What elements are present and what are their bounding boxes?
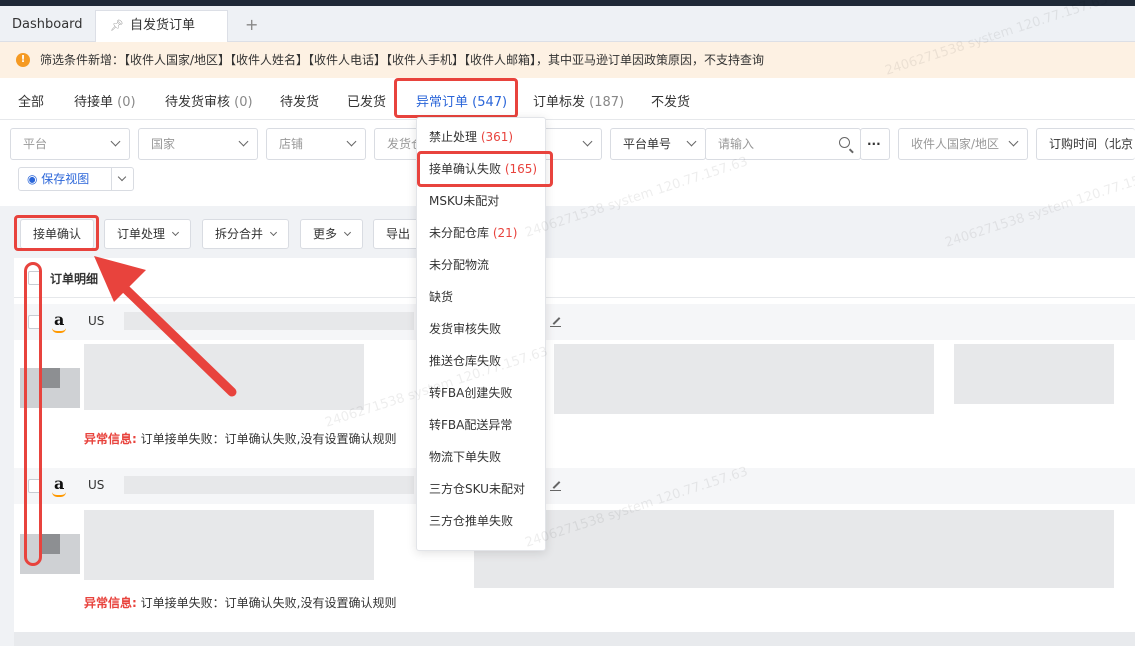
- order-row: a US 异常信息: 订单接单失败：订单确认失败,没有设置确认规则: [14, 468, 1135, 628]
- dropdown-item-review-failed[interactable]: 发货审核失败: [429, 320, 501, 337]
- order-error-message: 异常信息: 订单接单失败：订单确认失败,没有设置确认规则: [84, 596, 397, 610]
- order-row-header: a US: [14, 468, 1135, 504]
- redacted-product-image-detail: [40, 534, 60, 554]
- more-actions-button[interactable]: 更多: [300, 219, 364, 249]
- info-icon: !: [16, 53, 30, 67]
- status-tab-all[interactable]: 全部: [18, 91, 44, 110]
- list-header-title: 订单明细: [50, 272, 99, 286]
- order-country: US: [88, 478, 105, 492]
- amazon-logo: a: [54, 474, 65, 493]
- chevron-down-icon: [582, 136, 593, 147]
- order-search-input[interactable]: 请输入: [705, 128, 861, 160]
- amazon-logo: a: [54, 310, 65, 329]
- order-time-select[interactable]: 订购时间（北京: [1036, 128, 1135, 160]
- dropdown-item-3pl-sku-unpaired[interactable]: 三方仓SKU未配对: [429, 480, 525, 497]
- status-tab-no-ship[interactable]: 不发货: [651, 91, 690, 110]
- add-tab-button[interactable]: +: [245, 10, 258, 42]
- more-filters-button[interactable]: ···: [860, 128, 890, 160]
- chevron-down-icon[interactable]: [117, 172, 127, 182]
- status-tabs: 全部 待接单 (0) 待发货审核 (0) 待发货 已发货 异常订单 (547) …: [0, 78, 1135, 120]
- next-order-row-header: [14, 632, 1135, 646]
- order-error-message: 异常信息: 订单接单失败：订单确认失败,没有设置确认规则: [84, 432, 397, 446]
- dropdown-item-forbidden[interactable]: 禁止处理 (361): [429, 128, 513, 145]
- edit-icon[interactable]: [550, 480, 561, 491]
- order-process-button[interactable]: 订单处理: [104, 219, 192, 249]
- annotation-box-exception-tab: [394, 78, 518, 118]
- recipient-country-select[interactable]: 收件人国家/地区: [898, 128, 1028, 160]
- chevron-down-icon: [343, 228, 352, 237]
- chevron-down-icon: [1008, 136, 1019, 147]
- notice-bar: ! 筛选条件新增：【收件人国家/地区】【收件人姓名】【收件人电话】【收件人手机】…: [0, 42, 1135, 78]
- redacted-order-details: [554, 344, 934, 414]
- filter-panel: 平台 国家 店铺 发货仓 平台单号 请输入 ··· 收件人国家/地区 订购时间（…: [0, 120, 1135, 206]
- redacted-order-info: [124, 476, 414, 494]
- dropdown-item-push-failed[interactable]: 推送仓库失败: [429, 352, 501, 369]
- redacted-amount-info: [954, 344, 1114, 404]
- redacted-order-details: [474, 510, 1114, 588]
- dropdown-item-msku-unpaired[interactable]: MSKU未配对: [429, 192, 499, 209]
- dropdown-item-no-warehouse[interactable]: 未分配仓库 (21): [429, 224, 517, 241]
- action-toolbar: 接单确认 订单处理 拆分合并 更多 导出: [0, 206, 1135, 258]
- divider: [111, 168, 112, 190]
- status-tab-pending-ship[interactable]: 待发货: [280, 91, 319, 110]
- dropdown-item-fba-create-failed[interactable]: 转FBA创建失败: [429, 384, 512, 401]
- save-view-label: ◉︎ 保存视图: [27, 172, 90, 186]
- annotation-box-checkbox-column: [24, 262, 42, 566]
- tab-dashboard[interactable]: Dashboard: [12, 10, 83, 42]
- status-tab-shipped[interactable]: 已发货: [347, 91, 386, 110]
- list-header: 订单明细: [14, 258, 1135, 298]
- notice-text: 筛选条件新增：【收件人国家/地区】【收件人姓名】【收件人电话】【收件人手机】【收…: [40, 53, 765, 67]
- chevron-down-icon: [269, 228, 278, 237]
- chevron-down-icon: [110, 136, 121, 147]
- redacted-order-info: [124, 312, 414, 330]
- edit-icon[interactable]: [550, 316, 561, 327]
- redacted-product-image-detail: [40, 368, 60, 388]
- tab-self-ship-orders[interactable]: 📌︎ 自发货订单: [95, 10, 228, 42]
- order-list: 订单明细 a US 异常信息: 订单接单失败：订单确认失败,没有设置确认规则 a…: [14, 258, 1135, 646]
- tab-self-ship-orders-label: 自发货订单: [129, 18, 195, 33]
- amazon-smile-icon: [52, 328, 66, 333]
- redacted-product-info: [84, 344, 364, 410]
- shop-select[interactable]: 店铺: [266, 128, 366, 160]
- order-country: US: [88, 314, 105, 328]
- annotation-box-confirm-failed: [417, 151, 553, 187]
- tab-bar: Dashboard 📌︎ 自发货订单 +: [0, 6, 1135, 42]
- dropdown-item-logistics-order-failed[interactable]: 物流下单失败: [429, 448, 501, 465]
- save-view-button[interactable]: ◉︎ 保存视图: [18, 167, 134, 191]
- chevron-down-icon: [238, 136, 249, 147]
- redacted-product-info: [84, 510, 374, 580]
- status-tab-pending-accept[interactable]: 待接单 (0): [74, 91, 136, 110]
- status-tab-marked[interactable]: 订单标发 (187): [533, 91, 624, 110]
- platform-order-type-select[interactable]: 平台单号: [610, 128, 706, 160]
- chevron-down-icon: [171, 228, 180, 237]
- search-icon[interactable]: [839, 137, 850, 148]
- pin-icon[interactable]: 📌︎: [110, 19, 124, 32]
- chevron-down-icon: [346, 136, 357, 147]
- dropdown-item-3pl-push-failed[interactable]: 三方仓推单失败: [429, 512, 513, 529]
- annotation-box-confirm-button: [14, 215, 99, 251]
- dropdown-item-no-logistics[interactable]: 未分配物流: [429, 256, 489, 273]
- chevron-down-icon: [686, 136, 697, 147]
- dropdown-item-out-of-stock[interactable]: 缺货: [429, 288, 453, 305]
- dropdown-item-fba-delivery-error[interactable]: 转FBA配送异常: [429, 416, 512, 433]
- status-tab-pending-review[interactable]: 待发货审核 (0): [165, 91, 253, 110]
- order-row: a US 异常信息: 订单接单失败：订单确认失败,没有设置确认规则: [14, 304, 1135, 464]
- platform-select[interactable]: 平台: [10, 128, 130, 160]
- country-select[interactable]: 国家: [138, 128, 258, 160]
- split-merge-button[interactable]: 拆分合并: [202, 219, 290, 249]
- order-row-header: a US: [14, 304, 1135, 340]
- amazon-smile-icon: [52, 492, 66, 497]
